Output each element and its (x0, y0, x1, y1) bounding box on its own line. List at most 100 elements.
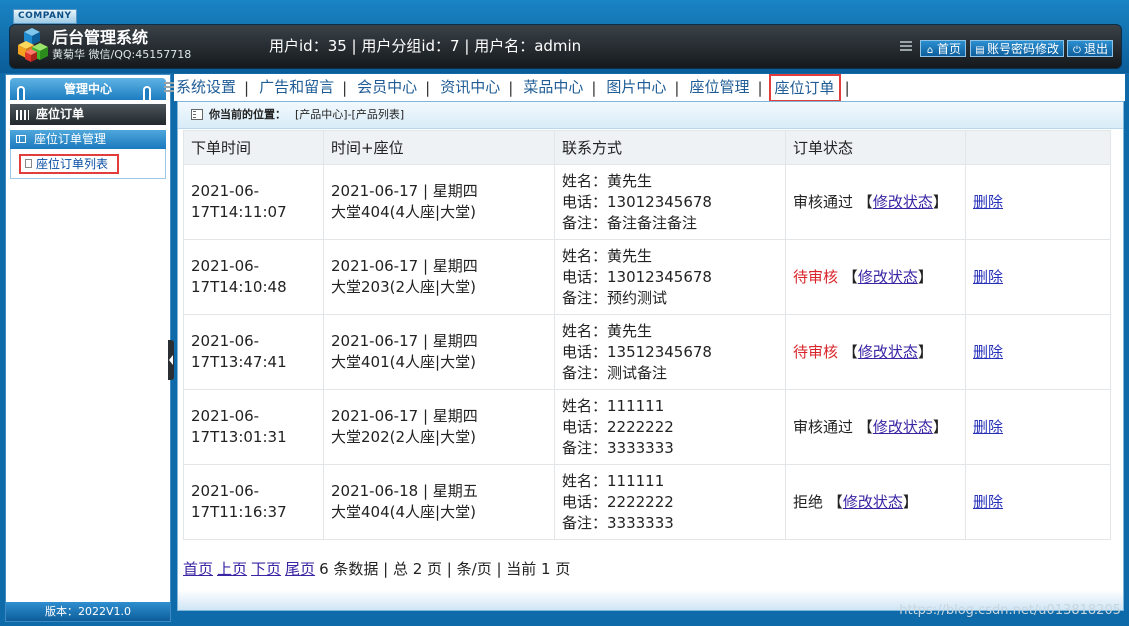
pager-next[interactable]: 下页 (251, 560, 281, 578)
order-time-cell: 2021-06- 17T13:47:41 (183, 314, 324, 390)
delete-link[interactable]: 删除 (973, 418, 1003, 436)
logout-button[interactable]: ⏻ 退出 (1067, 40, 1114, 57)
change-password-button[interactable]: ▤ 账号密码修改 (970, 40, 1065, 57)
header-order-time: 下单时间 (183, 130, 324, 165)
power-icon: ⏻ (1073, 45, 1081, 56)
table-row: 2021-06- 17T13:01:31 2021-06-17 | 星期四 大堂202… (183, 389, 1111, 465)
system-title: 后台管理系统 (52, 28, 149, 47)
home-icon: ⌂ (926, 45, 934, 56)
contact-cell: 姓名：黄先生 电话：13512345678 备注：测试备注 (554, 314, 786, 390)
nav-items: 系统设置 | 广告和留言 | 会员中心 | 资讯中心 | 菜品中心 | 图片中心 | 座位管理 | 座位订单… (174, 73, 858, 102)
app-header: COMPANY 后台管理系统 黄菊华 微信/QQ:45157718 用户id：3… (0, 0, 1129, 73)
status-text: 待审核 (793, 267, 839, 286)
actions-cell: 删除 (965, 464, 1111, 540)
header-contact: 联系方式 (554, 130, 786, 165)
table-row: 2021-06- 17T14:10:48 2021-06-17 | 星期四 大堂203… (183, 239, 1111, 315)
status-cell: 待审核 【修改状态】 (785, 314, 966, 390)
contact-cell: 姓名：111111 电话：2222222 备注：3333333 (554, 389, 786, 465)
status-text: 拒绝 (793, 492, 824, 511)
nav-item-4[interactable]: 菜品中心 (521, 74, 585, 101)
top-nav: 系统设置 | 广告和留言 | 会员中心 | 资讯中心 | 菜品中心 | 图片中心 | 座位管理 | 座位订单… (164, 73, 1125, 102)
sidebar-item-seat-order-list[interactable]: 座位订单列表 (19, 154, 119, 174)
tab-hook-left-icon (17, 86, 25, 100)
contact-cell: 姓名：111111 电话：2222222 备注：3333333 (554, 464, 786, 540)
time-seat-cell: 2021-06-17 | 星期四 大堂404(4人座|大堂) (323, 164, 555, 240)
sidebar-collapse-handle[interactable] (168, 340, 174, 380)
table-row: 2021-06- 17T14:11:07 2021-06-17 | 星期四 大堂404… (183, 164, 1111, 240)
sidebar: 管理中心 座位订单 座位订单管理 座位订单列表 版本：2022V1.0 (5, 74, 171, 622)
header-status: 订单状态 (785, 130, 966, 165)
pager-summary: 6 条数据 | 总 2 页 | 条/页 | 当前 1 页 (319, 560, 571, 578)
status-cell: 审核通过 【修改状态】 (785, 164, 966, 240)
delete-link[interactable]: 删除 (973, 193, 1003, 211)
status-text: 审核通过 (793, 417, 854, 436)
document-icon: ▤ (975, 45, 985, 56)
nav-separator: | (244, 78, 250, 97)
modify-status-link[interactable]: 修改状态 (873, 418, 933, 436)
orders-table-wrap: 下单时间 时间+座位 联系方式 订单状态 2021-06- 17T14:11:07… (183, 130, 1111, 540)
contact-cell: 姓名：黄先生 电话：13012345678 备注：预约测试 (554, 239, 786, 315)
actions-cell: 删除 (965, 164, 1111, 240)
order-time-cell: 2021-06- 17T13:01:31 (183, 389, 324, 465)
pager-last[interactable]: 尾页 (285, 560, 315, 578)
contact-cell: 姓名：黄先生 电话：13012345678 备注：备注备注备注 (554, 164, 786, 240)
nav-item-3[interactable]: 资讯中心 (438, 74, 502, 101)
order-time-cell: 2021-06- 17T14:10:48 (183, 239, 324, 315)
order-time-cell: 2021-06- 17T14:11:07 (183, 164, 324, 240)
status-text: 审核通过 (793, 192, 854, 211)
status-cell: 待审核 【修改状态】 (785, 239, 966, 315)
nav-separator: | (342, 78, 348, 97)
list-icon (900, 41, 912, 53)
main-panel: 你当前的位置： [产品中心]-[产品列表] 下单时间 时间+座位 联系方式 订单… (177, 101, 1124, 611)
pagination: 首页 上页 下页 尾页 6 条数据 | 总 2 页 | 条/页 | 当前 1 页 (183, 558, 570, 579)
logo-cubes-icon (18, 28, 48, 62)
header-time-seat: 时间+座位 (323, 130, 555, 165)
modify-status-link[interactable]: 修改状态 (873, 193, 933, 211)
nav-item-7[interactable]: 座位订单 (768, 73, 841, 102)
home-button[interactable]: ⌂ 首页 (920, 40, 967, 57)
breadcrumb: 你当前的位置： [产品中心]-[产品列表] (178, 102, 1123, 129)
watermark: https://blog.csdn.net/u013818205 (899, 603, 1121, 618)
grid-icon (16, 110, 29, 120)
time-seat-cell: 2021-06-17 | 星期四 大堂401(4人座|大堂) (323, 314, 555, 390)
actions-cell: 删除 (965, 389, 1111, 465)
version-label: 版本：2022V1.0 (6, 602, 170, 621)
nav-separator: | (425, 78, 431, 97)
nav-separator: | (674, 78, 680, 97)
sidebar-section-seat-orders[interactable]: 座位订单 (10, 104, 166, 125)
nav-list-icon (164, 82, 174, 92)
order-time-cell: 2021-06- 17T11:16:37 (183, 464, 324, 540)
modify-status-link[interactable]: 修改状态 (858, 343, 918, 361)
nav-item-6[interactable]: 座位管理 (687, 74, 751, 101)
nav-separator: | (591, 78, 597, 97)
status-cell: 拒绝 【修改状态】 (785, 464, 966, 540)
modify-status-link[interactable]: 修改状态 (858, 268, 918, 286)
nav-separator: | (844, 78, 850, 97)
delete-link[interactable]: 删除 (973, 493, 1003, 511)
nav-separator: | (508, 78, 514, 97)
nav-item-1[interactable]: 广告和留言 (257, 74, 336, 101)
nav-item-0[interactable]: 系统设置 (174, 74, 238, 101)
page-icon (25, 159, 32, 168)
status-cell: 审核通过 【修改状态】 (785, 389, 966, 465)
time-seat-cell: 2021-06-17 | 星期四 大堂202(2人座|大堂) (323, 389, 555, 465)
nav-item-2[interactable]: 会员中心 (355, 74, 419, 101)
table-row: 2021-06- 17T13:47:41 2021-06-17 | 星期四 大堂401… (183, 314, 1111, 390)
window-icon (191, 109, 203, 120)
delete-link[interactable]: 删除 (973, 343, 1003, 361)
status-text: 待审核 (793, 342, 839, 361)
header-actions (965, 130, 1111, 165)
actions-cell: 删除 (965, 239, 1111, 315)
nav-item-5[interactable]: 图片中心 (604, 74, 668, 101)
user-info: 用户id：35 | 用户分组id：7 | 用户名：admin (269, 37, 582, 55)
tab-hook-right-icon (143, 86, 151, 100)
time-seat-cell: 2021-06-18 | 星期五 大堂404(4人座|大堂) (323, 464, 555, 540)
orders-table: 下单时间 时间+座位 联系方式 订单状态 2021-06- 17T14:11:07… (183, 130, 1111, 540)
delete-link[interactable]: 删除 (973, 268, 1003, 286)
panel-icon (16, 135, 26, 143)
header-bar: 后台管理系统 黄菊华 微信/QQ:45157718 用户id：35 | 用户分组… (9, 24, 1122, 69)
sidebar-group-seat-order-management[interactable]: 座位订单管理 (10, 130, 166, 149)
modify-status-link[interactable]: 修改状态 (843, 493, 903, 511)
pager-first[interactable]: 首页 (183, 560, 213, 578)
pager-prev[interactable]: 上页 (217, 560, 247, 578)
